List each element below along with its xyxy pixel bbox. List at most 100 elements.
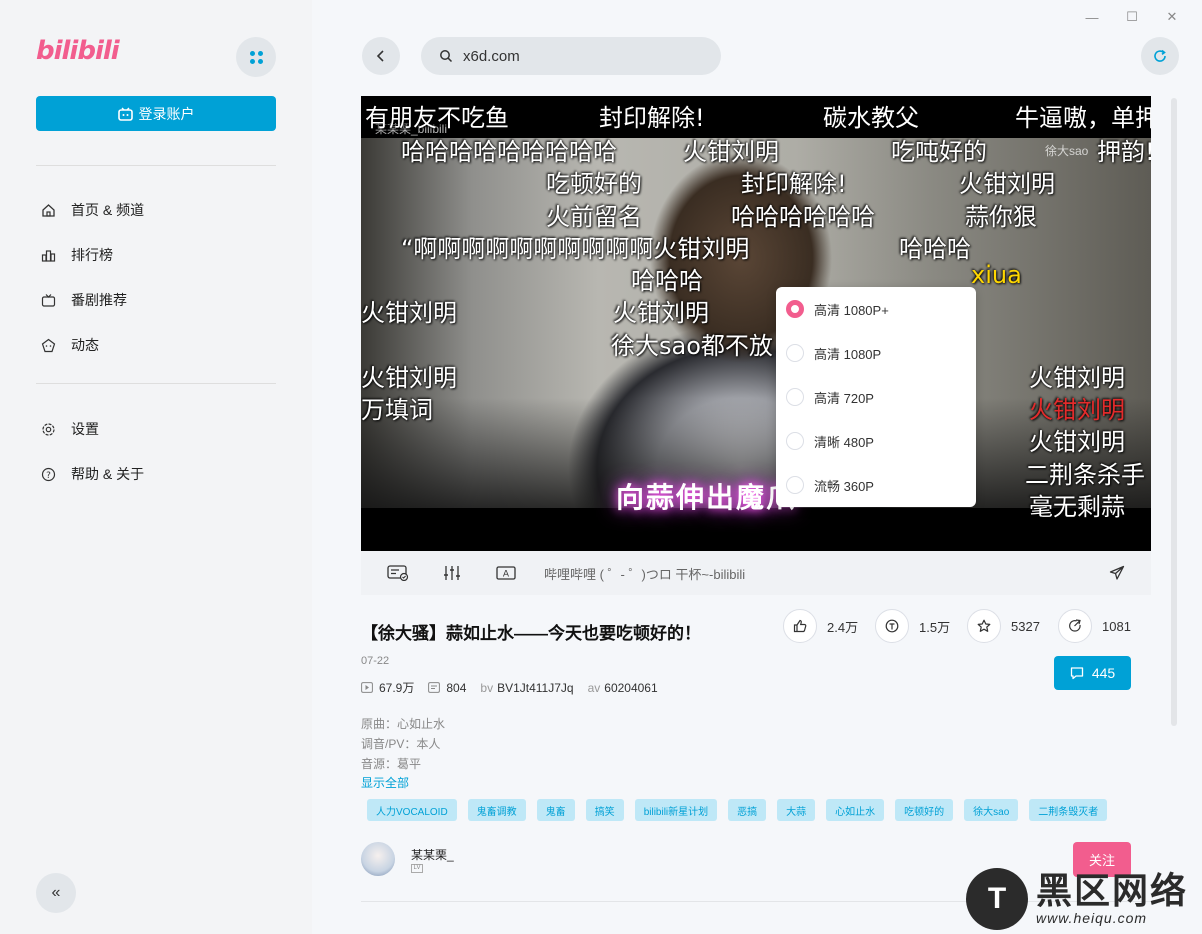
watermark-cn: 黑区网络 <box>1036 870 1189 911</box>
sidebar-item-help[interactable]: ? 帮助 & 关于 <box>40 464 144 484</box>
svg-text:?: ? <box>46 471 51 481</box>
danmaku: xiua <box>971 261 1022 289</box>
danmaku-bar: A 哔哩哔哩 ( ゜- ゜)つロ 干杯~-bilibili <box>361 551 1151 595</box>
quality-menu: 高清 1080P+ 高清 1080P 高清 720P 清晰 480P 流畅 36… <box>776 287 976 507</box>
danmaku: 牛逼嗷，单押 <box>1015 104 1151 132</box>
bv-label: bv <box>480 680 494 695</box>
uploader-name[interactable]: 某某栗_ <box>411 846 454 863</box>
video-watermark-right: 徐大sao <box>1045 144 1089 158</box>
login-button[interactable]: 登录账户 <box>36 96 276 131</box>
heiqu-logo-icon: T <box>966 868 1028 930</box>
video-player[interactable]: 某某栗_bilibili 徐大sao 有朋友不吃鱼 封印解除! 碳水教父 牛逼嗷… <box>361 96 1151 551</box>
coin-stat[interactable]: 1.5万 <box>875 609 950 643</box>
sidebar-item-bangumi[interactable]: 番剧推荐 <box>40 290 127 310</box>
sidebar-divider <box>36 383 276 384</box>
tag[interactable]: 大蒜 <box>777 799 816 821</box>
danmaku: “啊啊啊啊啊啊啊啊啊啊火钳刘明 <box>401 235 750 263</box>
quality-label: 高清 1080P+ <box>814 302 889 318</box>
minimize-button[interactable]: — <box>1072 6 1112 28</box>
sidebar-item-home[interactable]: 首页 & 频道 <box>40 200 144 220</box>
tv-login-icon <box>117 107 133 121</box>
sidebar: bilibili 登录账户 首页 & 频道 排行榜 番剧推荐 动态 设置 ? 帮… <box>0 0 312 934</box>
main-content: x6d.com 某某栗_bilibili 徐大sao 有朋友不吃鱼 封印解除! … <box>312 0 1202 934</box>
share-stat[interactable]: 1081 <box>1058 609 1131 643</box>
send-icon[interactable] <box>1105 563 1129 583</box>
tag[interactable]: 搞笑 <box>585 799 624 821</box>
quality-option-480p[interactable]: 清晰 480P <box>776 419 976 463</box>
uploader-avatar[interactable] <box>361 842 395 876</box>
quality-label: 流畅 360P <box>814 478 874 494</box>
view-count: 67.9万 <box>379 681 415 695</box>
radio-icon <box>786 344 804 362</box>
av-id[interactable]: 60204061 <box>604 681 657 695</box>
radio-icon <box>786 476 804 494</box>
radio-icon <box>786 388 804 406</box>
quality-label: 高清 720P <box>814 390 874 406</box>
danmaku: 火钳刘明 <box>1029 428 1125 456</box>
tag[interactable]: 徐大sao <box>964 799 1019 821</box>
sidebar-item-label: 番剧推荐 <box>71 292 127 308</box>
danmaku: 火钳刘明 <box>1029 364 1125 392</box>
url-bar[interactable]: x6d.com <box>421 37 721 75</box>
av-label: av <box>587 680 601 695</box>
danmaku: 火钳刘明 <box>361 364 457 392</box>
quality-option-720p[interactable]: 高清 720P <box>776 375 976 419</box>
chevron-left-icon <box>376 50 384 62</box>
desc-line: 音源：葛平 <box>361 757 422 771</box>
danmaku: 押韵! <box>1097 138 1151 166</box>
play-count-icon <box>361 682 373 693</box>
tag[interactable]: 鬼畜调教 <box>467 799 526 821</box>
gear-icon <box>40 421 56 437</box>
danmaku-style-icon[interactable]: A <box>494 563 518 583</box>
tag[interactable]: 人力VOCALOID <box>367 799 457 821</box>
danmaku: 碳水教父 <box>823 104 919 132</box>
close-button[interactable]: ✕ <box>1152 6 1192 28</box>
favorite-stat[interactable]: 5327 <box>967 609 1040 643</box>
danmaku: 哈哈哈哈哈哈 <box>731 203 875 231</box>
apps-grid-icon <box>249 50 263 64</box>
sidebar-item-dynamic[interactable]: 动态 <box>40 335 99 355</box>
radio-icon <box>786 432 804 450</box>
back-button[interactable] <box>362 37 400 75</box>
danmaku: 哈哈哈哈哈哈哈哈哈 <box>401 138 617 166</box>
tag[interactable]: 恶搞 <box>728 799 767 821</box>
sidebar-item-label: 帮助 & 关于 <box>71 466 145 482</box>
star-icon <box>967 609 1001 643</box>
danmaku: 封印解除! <box>599 104 705 132</box>
apps-button[interactable] <box>236 37 276 77</box>
sidebar-item-settings[interactable]: 设置 <box>40 419 99 439</box>
quality-option-1080p[interactable]: 高清 1080P <box>776 331 976 375</box>
bv-id[interactable]: BV1Jt411J7Jq <box>497 681 574 695</box>
window-controls: — ☐ ✕ <box>1072 6 1192 28</box>
quality-option-360p[interactable]: 流畅 360P <box>776 463 976 507</box>
sidebar-item-label: 动态 <box>71 337 99 353</box>
danmaku: 吃顿好的 <box>546 170 642 198</box>
quality-option-1080p-plus[interactable]: 高清 1080P+ <box>776 287 976 331</box>
tag[interactable]: 心如止水 <box>826 799 885 821</box>
comment-count: 445 <box>1091 665 1116 681</box>
comment-button[interactable]: 445 <box>1054 656 1131 690</box>
maximize-button[interactable]: ☐ <box>1112 6 1152 28</box>
danmaku-settings-icon[interactable] <box>440 563 464 583</box>
danmaku: 火钳刘明 <box>959 170 1055 198</box>
tag[interactable]: 吃顿好的 <box>895 799 954 821</box>
video-title: 【徐大骚】蒜如止水——今天也要吃顿好的！ <box>361 624 701 643</box>
sidebar-item-ranking[interactable]: 排行榜 <box>40 245 113 265</box>
url-text: x6d.com <box>463 47 520 65</box>
danmaku-toggle-icon[interactable] <box>386 563 410 583</box>
scrollbar[interactable] <box>1171 98 1177 726</box>
danmaku: 哈哈哈 <box>899 235 971 263</box>
ranking-icon <box>40 247 56 263</box>
tag[interactable]: 二荆条毁灭者 <box>1029 799 1108 821</box>
tv-icon <box>40 292 56 308</box>
tag[interactable]: 鬼畜 <box>536 799 575 821</box>
show-all-link[interactable]: 显示全部 <box>361 774 409 791</box>
refresh-button[interactable] <box>1141 37 1179 75</box>
collapse-sidebar-button[interactable]: « <box>36 873 76 913</box>
sidebar-item-label: 首页 & 频道 <box>71 202 145 218</box>
tag[interactable]: bilibili新星计划 <box>634 799 718 821</box>
like-stat[interactable]: 2.4万 <box>783 609 858 643</box>
sidebar-item-label: 排行榜 <box>71 247 113 263</box>
danmaku-input[interactable]: 哔哩哔哩 ( ゜- ゜)つロ 干杯~-bilibili <box>544 564 745 583</box>
bilibili-logo[interactable]: bilibili <box>36 36 120 66</box>
